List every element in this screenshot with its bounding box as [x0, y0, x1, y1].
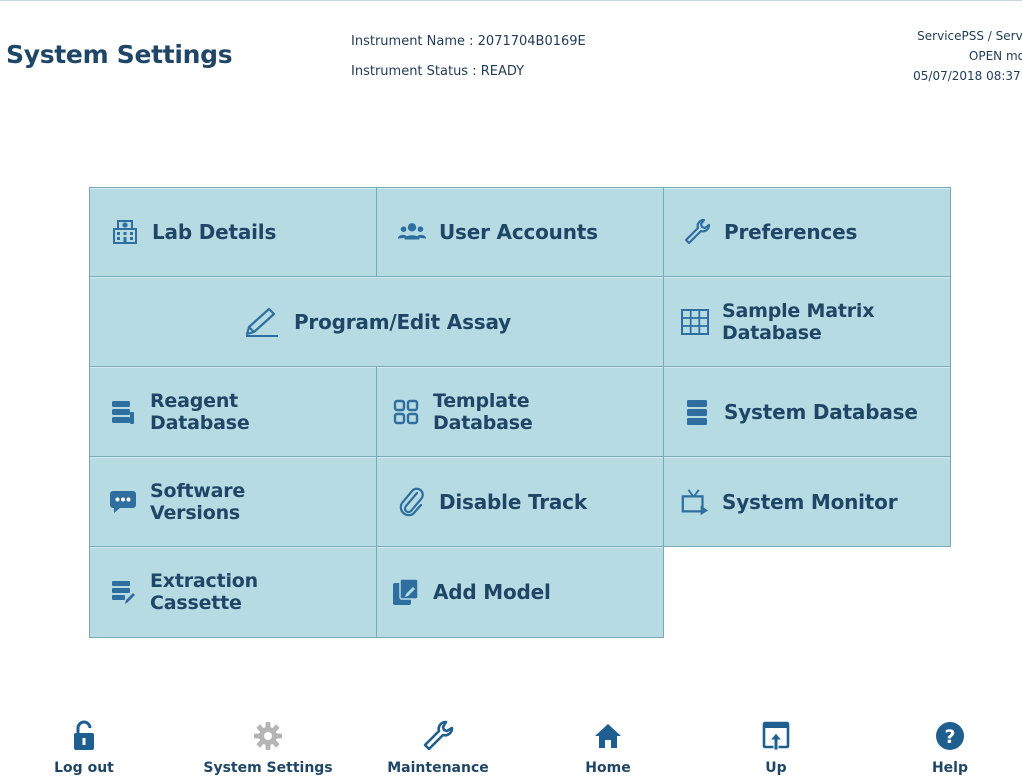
- system-settings-nav-label: System Settings: [203, 760, 333, 776]
- chat-bubble-icon: [108, 487, 138, 517]
- page-title: System Settings: [6, 40, 233, 69]
- system-database-button[interactable]: System Database: [663, 366, 951, 457]
- extraction-line1: Extraction: [150, 570, 258, 592]
- user-accounts-button[interactable]: User Accounts: [376, 187, 664, 277]
- template-database-label: Template Database: [433, 390, 533, 434]
- instrument-name: Instrument Name : 2071704B0169E: [351, 34, 586, 49]
- monitor-icon: [680, 487, 710, 517]
- system-database-label: System Database: [724, 399, 918, 424]
- header-bar: System Settings Instrument Name : 207170…: [0, 0, 1022, 100]
- document-edit-icon: [108, 577, 138, 607]
- bottom-navigation: Log out System Settings Maintenance Home…: [0, 712, 1022, 776]
- preferences-label: Preferences: [724, 220, 858, 244]
- preferences-button[interactable]: Preferences: [663, 187, 951, 277]
- session-info: ServicePSS / Service OPEN mode 05/07/201…: [802, 26, 1022, 86]
- disable-track-label: Disable Track: [439, 489, 587, 514]
- reagent-line1: Reagent: [150, 389, 239, 412]
- template-line2: Database: [433, 411, 533, 434]
- disable-track-button[interactable]: Disable Track: [376, 456, 664, 547]
- extraction-line2: Cassette: [150, 592, 242, 614]
- add-model-label: Add Model: [433, 580, 551, 604]
- gear-icon: [248, 716, 288, 756]
- add-model-button[interactable]: Add Model: [376, 546, 664, 638]
- reagent-line2: Database: [150, 411, 250, 434]
- paperclip-icon: [397, 487, 427, 517]
- sample-matrix-database-button[interactable]: Sample Matrix Database: [663, 276, 951, 367]
- mode-info: OPEN mode: [968, 49, 1022, 63]
- software-versions-button[interactable]: Software Versions: [89, 456, 377, 547]
- hospital-icon: [110, 217, 140, 247]
- sample-matrix-database-label: Sample Matrix Database: [722, 300, 874, 344]
- svg-text:?: ?: [944, 726, 955, 748]
- template-database-button[interactable]: Template Database: [376, 366, 664, 457]
- system-settings-nav-button[interactable]: System Settings: [196, 712, 340, 776]
- help-icon: ?: [930, 716, 970, 756]
- unlock-icon: [64, 716, 104, 756]
- lab-details-button[interactable]: Lab Details: [89, 187, 377, 277]
- up-window-icon: [756, 716, 796, 756]
- add-model-icon: [391, 577, 421, 607]
- extraction-cassette-button[interactable]: Extraction Cassette: [89, 546, 377, 638]
- grid-icon: [680, 307, 710, 337]
- home-label: Home: [585, 760, 631, 776]
- database-list-icon: [108, 397, 138, 427]
- reagent-database-label: Reagent Database: [150, 390, 250, 434]
- datetime-info: 05/07/2018 08:37:53: [913, 69, 1022, 83]
- pencil-icon: [242, 307, 282, 337]
- home-icon: [588, 716, 628, 756]
- lab-details-label: Lab Details: [152, 220, 277, 244]
- maintenance-label: Maintenance: [387, 760, 489, 776]
- users-icon: [397, 217, 427, 247]
- reagent-database-button[interactable]: Reagent Database: [89, 366, 377, 457]
- home-button[interactable]: Home: [576, 712, 640, 776]
- database-icon: [682, 397, 712, 427]
- software-versions-label: Software Versions: [150, 480, 245, 524]
- maintenance-wrench-icon: [418, 716, 458, 756]
- extraction-cassette-label: Extraction Cassette: [150, 570, 258, 614]
- program-edit-assay-button[interactable]: Program/Edit Assay: [89, 276, 664, 367]
- help-button[interactable]: ? Help: [920, 712, 980, 776]
- wrench-icon: [682, 217, 712, 247]
- template-grid-icon: [391, 397, 421, 427]
- software-line1: Software: [150, 479, 246, 502]
- instrument-status: Instrument Status : READY: [351, 64, 525, 79]
- logout-label: Log out: [54, 760, 114, 776]
- sample-matrix-line1: Sample Matrix: [722, 299, 875, 322]
- sample-matrix-line2: Database: [722, 321, 822, 344]
- up-label: Up: [765, 760, 787, 776]
- program-edit-assay-label: Program/Edit Assay: [293, 309, 512, 334]
- software-line2: Versions: [150, 501, 241, 524]
- help-label: Help: [931, 760, 969, 776]
- system-monitor-button[interactable]: System Monitor: [663, 456, 951, 547]
- system-monitor-label: System Monitor: [722, 489, 898, 514]
- user-accounts-label: User Accounts: [439, 220, 598, 244]
- template-line1: Template: [433, 389, 530, 412]
- maintenance-button[interactable]: Maintenance: [380, 712, 496, 776]
- user-info: ServicePSS / Service: [917, 29, 1022, 43]
- up-button[interactable]: Up: [746, 712, 806, 776]
- logout-button[interactable]: Log out: [52, 712, 116, 776]
